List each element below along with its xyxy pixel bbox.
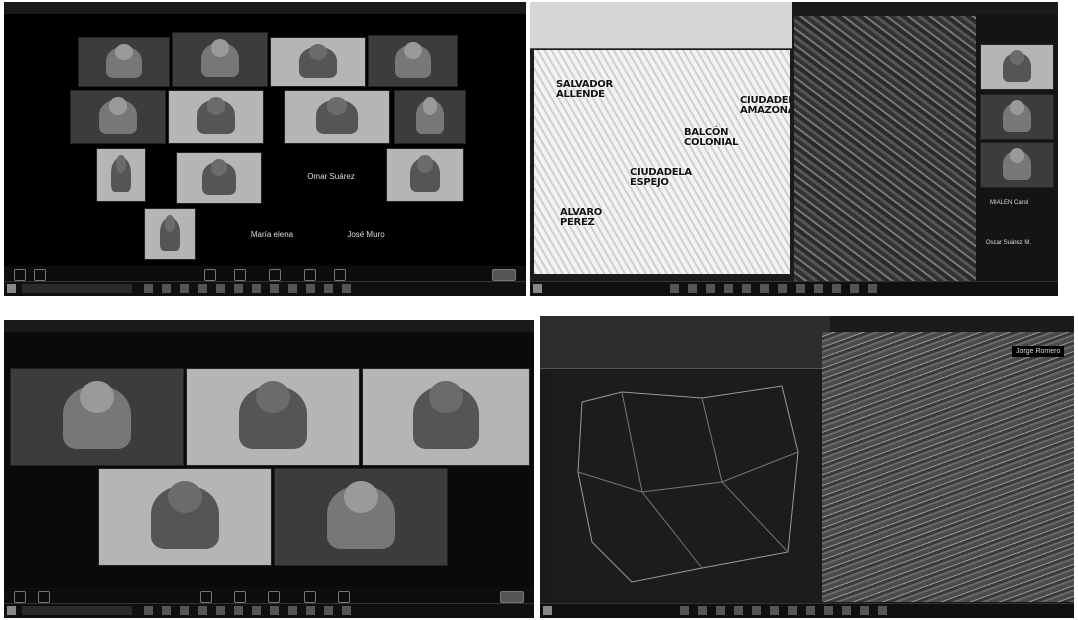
taskbar [4,603,534,618]
mute-button[interactable] [14,591,26,603]
taskbar [4,281,526,296]
participant-video[interactable] [980,94,1054,140]
participant-video[interactable] [394,90,466,144]
start-icon[interactable] [543,606,552,615]
screenshot-top-left: Omar Suárez María elena José Muro [4,2,526,296]
plan-map[interactable]: SALVADOR ALLENDE CIUDADELA AMAZONAS BALC… [534,50,790,274]
participant-video[interactable] [172,32,268,87]
share-button[interactable] [268,591,280,603]
participant-video[interactable] [980,44,1054,90]
participant-video[interactable] [284,90,390,144]
participant-video[interactable] [274,468,448,566]
side-participant-name: Oscar Suárez M. [986,240,1032,246]
map-label-ciudadela: CIUDADELA AMAZONAS [740,95,790,116]
participants-button[interactable] [204,269,216,281]
app-ribbon [530,2,792,49]
start-icon[interactable] [7,284,16,293]
participant-name-maria: María elena [250,230,294,239]
video-button[interactable] [34,269,46,281]
participant-video[interactable] [70,90,166,144]
screenshot-top-right: SALVADOR ALLENDE CIUDADELA AMAZONAS BALC… [530,2,1058,296]
participant-video[interactable] [98,468,272,566]
cad-polylines [577,385,799,583]
cad-drawing-area[interactable] [552,372,820,598]
search-box[interactable] [22,284,132,293]
reactions-button[interactable] [334,269,346,281]
meeting-toolbar [4,588,534,604]
start-icon[interactable] [533,284,542,293]
participant-video[interactable] [144,208,196,260]
map-label-espejo: CIUDADELA ESPEJO [630,167,692,188]
share-button[interactable] [269,269,281,281]
mute-button[interactable] [14,269,26,281]
participant-video[interactable] [362,368,530,466]
search-box[interactable] [22,606,132,615]
participant-video[interactable] [270,37,366,87]
taskbar [530,281,1058,296]
participant-strip: MIALEN Carol Oscar Suárez M. [976,14,1058,282]
satellite-map[interactable] [794,16,984,282]
participant-video[interactable] [96,148,146,202]
meeting-toolbar [4,266,526,282]
participant-name-jose: José Muro [347,230,385,239]
window-titlebar [4,320,534,332]
cad-ribbon [540,316,830,369]
participant-video[interactable] [386,148,464,202]
map-label-alvaro: ALVARO PEREZ [560,207,602,228]
side-participant-name: MIALEN Carol [990,200,1029,206]
record-button[interactable] [304,591,316,603]
end-button[interactable] [492,269,516,281]
map-label-balcon: BALCÓN COLONIAL [684,127,739,148]
participant-name-omar: Omar Suárez [307,172,355,181]
start-icon[interactable] [7,606,16,615]
participant-video[interactable] [368,35,458,87]
chat-button[interactable] [234,269,246,281]
chat-button[interactable] [234,591,246,603]
participants-button[interactable] [200,591,212,603]
participant-video[interactable] [78,37,170,87]
participant-video[interactable] [980,142,1054,188]
window-titlebar [4,2,526,14]
map-label-salvador: SALVADOR ALLENDE [556,79,613,100]
satellite-map[interactable] [822,332,1074,602]
participant-video[interactable] [10,368,184,466]
screenshot-bottom-right: Jorge Romero [540,316,1074,618]
participant-video[interactable] [168,90,264,144]
participant-video[interactable] [176,152,262,204]
video-button[interactable] [38,591,50,603]
end-button[interactable] [500,591,524,603]
taskbar [540,603,1074,618]
screenshot-bottom-left [4,320,534,618]
presenter-name: Jorge Romero [1012,346,1065,357]
reactions-button[interactable] [338,591,350,603]
participant-video[interactable] [186,368,360,466]
record-button[interactable] [304,269,316,281]
